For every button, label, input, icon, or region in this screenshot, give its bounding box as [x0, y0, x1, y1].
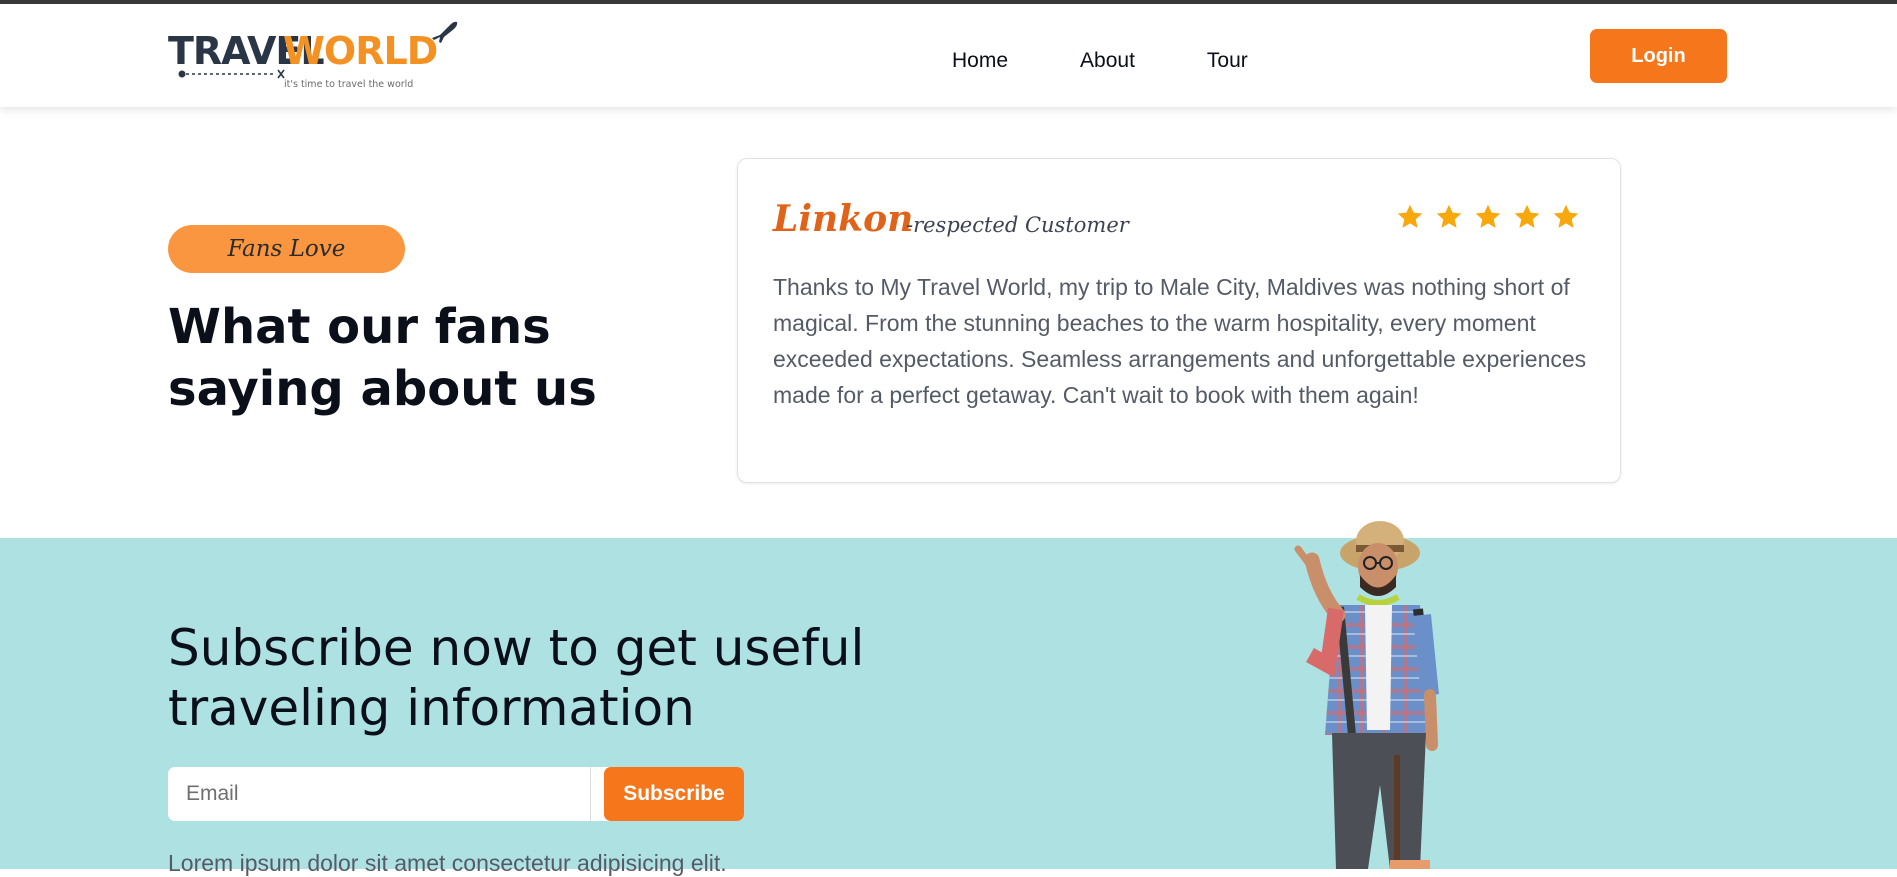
reviewer-name: Linkon: [773, 198, 914, 240]
logo-tagline: it's time to travel the world: [284, 79, 414, 90]
nav-home-link[interactable]: Home: [952, 45, 1008, 77]
site-header: TRAVEL WORLD it's time to travel the wor…: [0, 4, 1897, 107]
star-icon: [1514, 204, 1540, 228]
star-icon: [1397, 204, 1423, 228]
subscribe-title: Subscribe now to get useful traveling in…: [168, 619, 865, 737]
logo-word-world: WORLD: [283, 29, 438, 73]
testimonials-title: What our fans saying about us: [168, 299, 597, 417]
reviewer-role: -respected Customer: [906, 213, 1129, 237]
logo-path-icon: [178, 69, 285, 79]
review-card: Linkon -respected Customer Thanks to My …: [737, 158, 1621, 483]
traveler-illustration: [1294, 521, 1439, 869]
nav-about-link[interactable]: About: [1080, 45, 1135, 77]
subscribe-description: Lorem ipsum dolor sit amet consectetur a…: [168, 850, 727, 876]
fans-love-badge: Fans Love: [168, 225, 405, 273]
review-text: Thanks to My Travel World, my trip to Ma…: [773, 274, 1587, 408]
subscribe-section: Subscribe now to get useful traveling in…: [0, 538, 1897, 876]
logo[interactable]: TRAVEL WORLD it's time to travel the wor…: [168, 20, 458, 94]
subscribe-button[interactable]: Subscribe: [604, 767, 744, 821]
login-button[interactable]: Login: [1590, 29, 1727, 83]
star-icon: [1553, 204, 1579, 228]
input-divider: [590, 767, 591, 821]
rating-stars: [1396, 203, 1580, 231]
star-icon: [1475, 204, 1501, 228]
star-icon: [1436, 204, 1462, 228]
main-nav: Home About Tour: [952, 45, 1320, 77]
email-input[interactable]: [168, 767, 590, 821]
nav-tour-link[interactable]: Tour: [1207, 45, 1248, 77]
airplane-icon: [432, 21, 458, 43]
